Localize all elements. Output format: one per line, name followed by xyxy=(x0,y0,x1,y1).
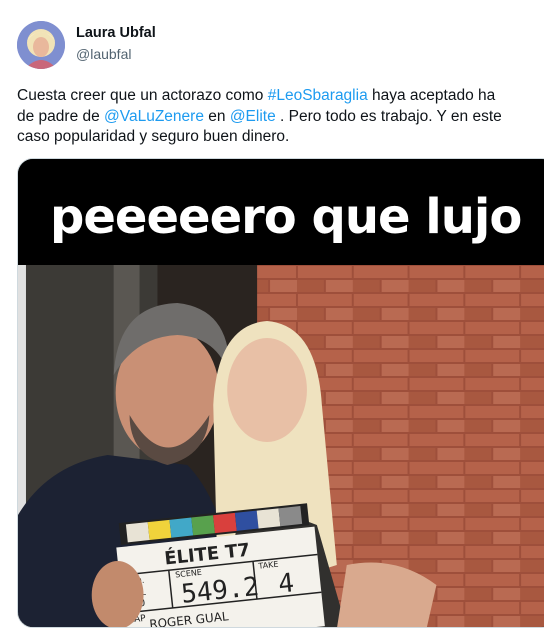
tweet-text-segment: . Pero todo es trabajo. Y en este xyxy=(275,107,502,125)
hashtag-link[interactable]: #LeoSbaraglia xyxy=(268,87,368,104)
mention-link[interactable]: @Elite xyxy=(230,108,276,125)
media-photo: ÉLITE T7 ROD. ROLL 300 CAP SCENE 549.2 T… xyxy=(18,265,544,627)
tweet-text-segment: Cuesta creer que un actorazo como xyxy=(17,87,268,104)
author-name[interactable]: Laura Ubfal xyxy=(76,25,156,41)
avatar-photo xyxy=(17,21,65,69)
tweet-text-segment: de padre de xyxy=(17,107,105,125)
slate-take-value: 4 xyxy=(277,568,296,600)
tweet-line-3: caso popularidad y seguro buen dinero. xyxy=(17,128,290,145)
tweet-line-2: de padre de @VaLuZenere en @Elite . Pero… xyxy=(17,107,544,128)
tweet-media[interactable]: peeeeero que lujo ÉLITE T7 CAP SCENE 549… xyxy=(17,158,544,628)
tweet-text-segment: en xyxy=(203,107,230,125)
media-caption: peeeeero que lujo xyxy=(50,189,522,245)
avatar[interactable] xyxy=(17,21,65,69)
tweet-line-1: Cuesta creer que un actorazo como #LeoSb… xyxy=(17,86,544,107)
media-caption-banner: peeeeero que lujo xyxy=(18,159,544,265)
mention-link[interactable]: @VaLuZenere xyxy=(104,108,204,125)
tweet-text-segment: haya aceptado ha xyxy=(367,87,496,104)
tweet-text: Cuesta creer que un actorazo como #LeoSb… xyxy=(17,86,544,148)
author-handle[interactable]: @laubfal xyxy=(76,46,131,62)
